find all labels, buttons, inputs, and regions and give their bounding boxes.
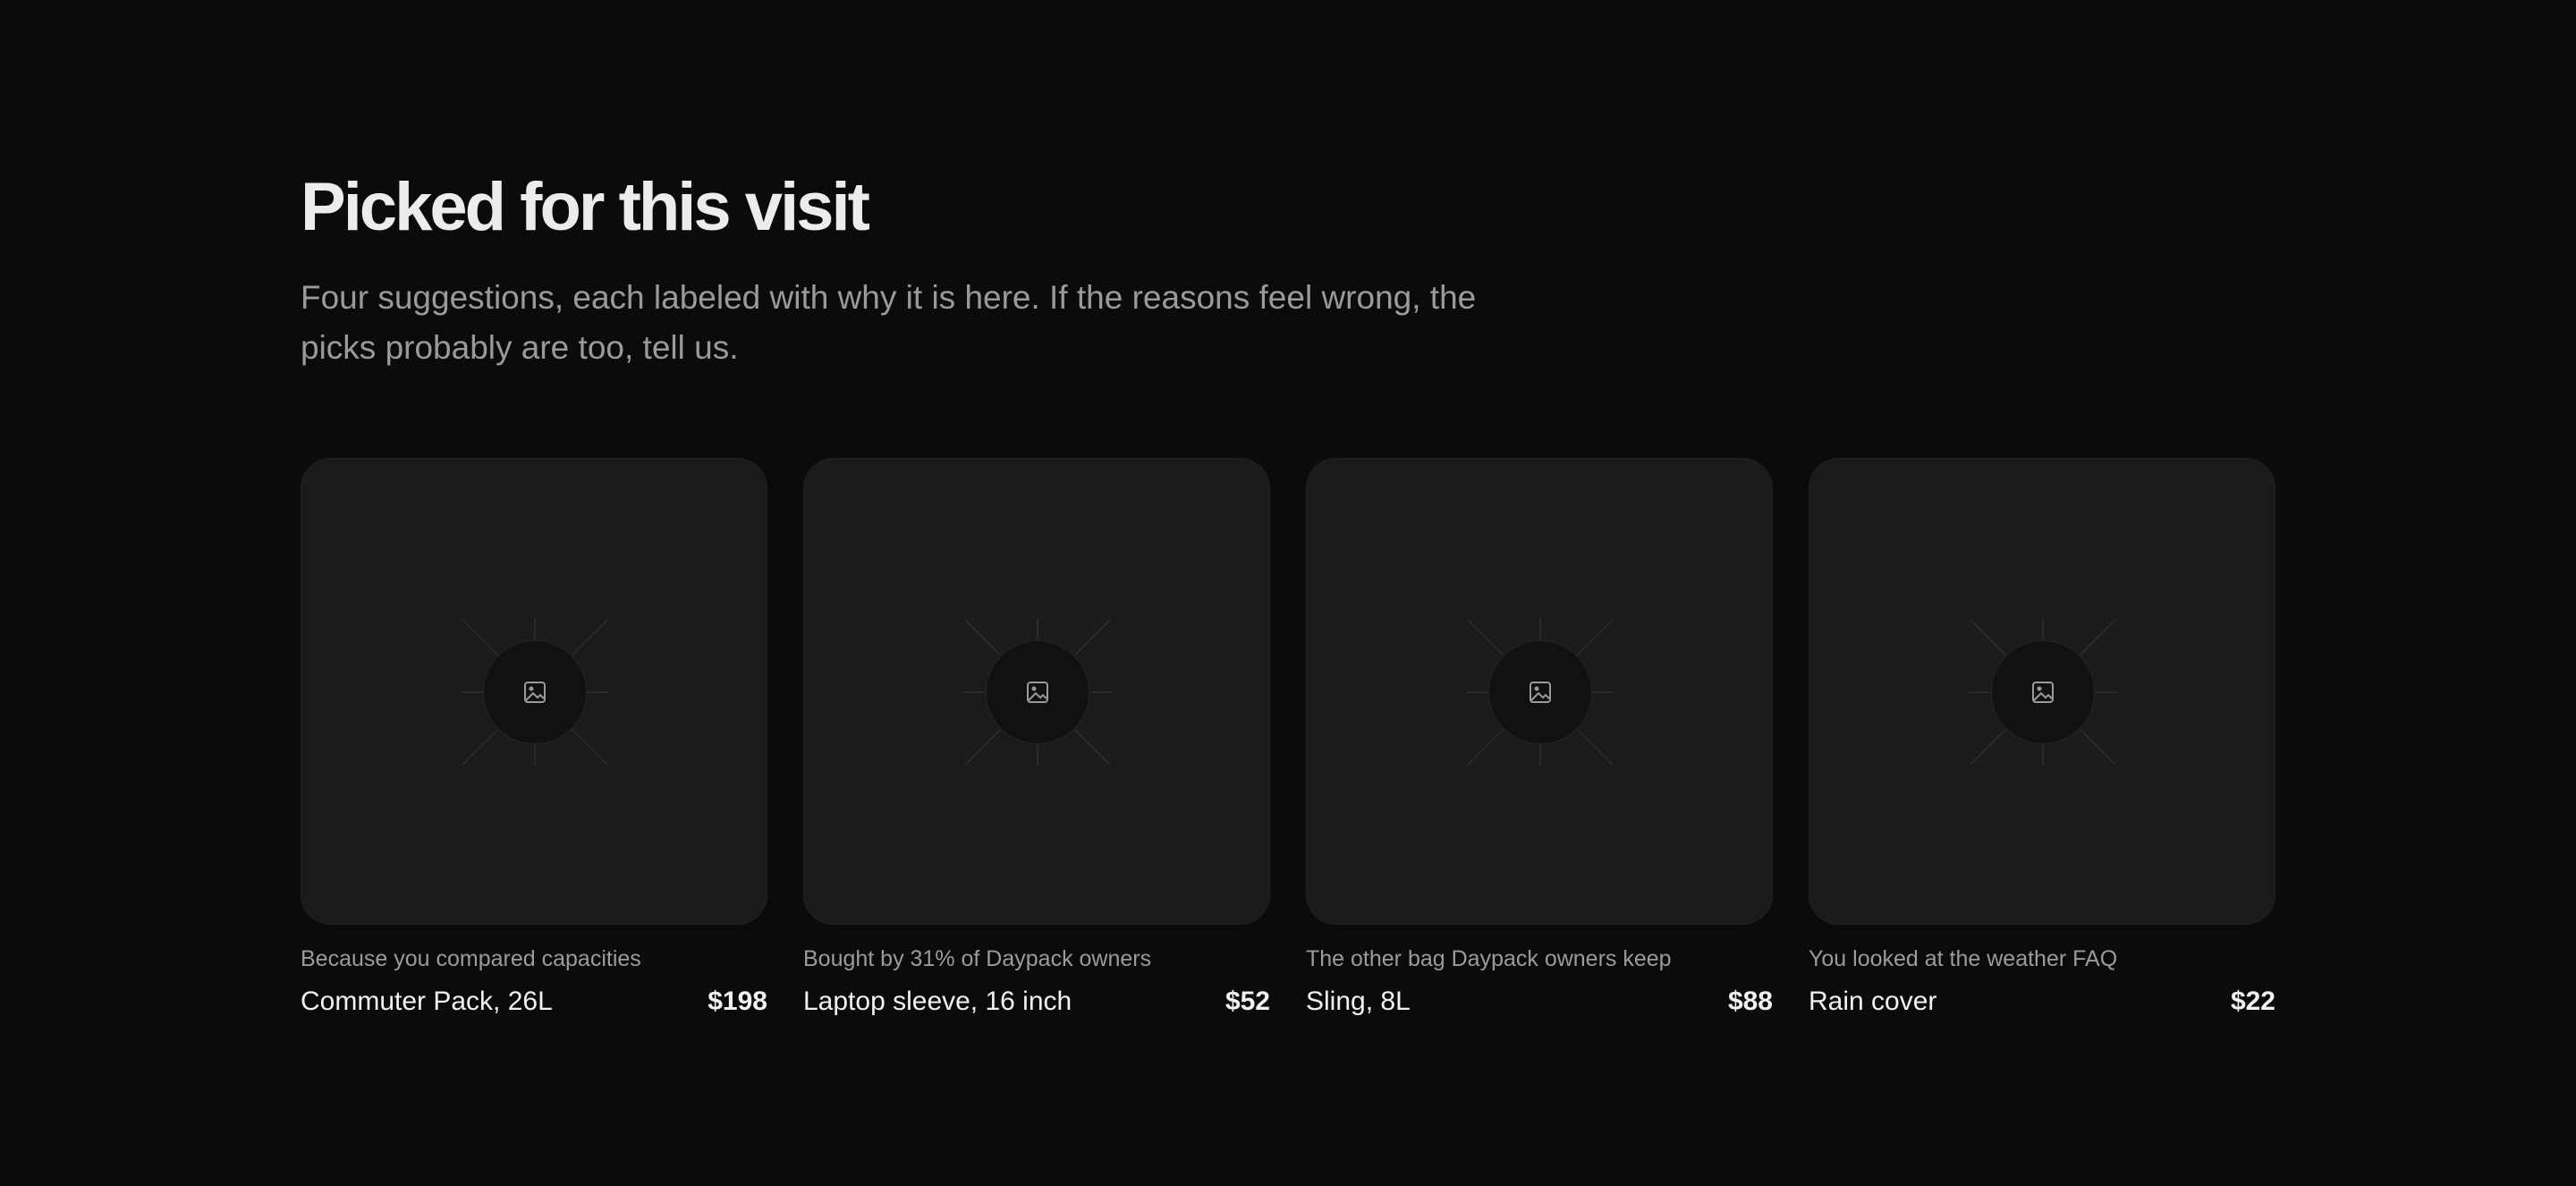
- product-card[interactable]: You looked at the weather FAQ Rain cover…: [1809, 458, 2275, 1020]
- product-grid: Because you compared capacities Commuter…: [301, 458, 2275, 1020]
- product-name[interactable]: Sling, 8L: [1306, 984, 1411, 1020]
- image-placeholder-icon: [963, 618, 1112, 767]
- product-price: $52: [1224, 987, 1270, 1016]
- image-placeholder-icon: [1466, 618, 1614, 767]
- product-card[interactable]: Bought by 31% of Daypack owners Laptop s…: [803, 458, 1270, 1020]
- product-name[interactable]: Laptop sleeve, 16 inch: [803, 984, 1072, 1020]
- product-image-placeholder[interactable]: [1809, 458, 2275, 925]
- product-card[interactable]: Because you compared capacities Commuter…: [301, 458, 767, 1020]
- product-reason: The other bag Daypack owners keep: [1306, 946, 1672, 971]
- image-placeholder-icon: [1969, 618, 2117, 767]
- product-name[interactable]: Commuter Pack, 26L: [301, 984, 553, 1020]
- product-reason: You looked at the weather FAQ: [1809, 946, 2118, 971]
- image-placeholder-icon: [461, 618, 609, 767]
- product-price: $88: [1727, 987, 1773, 1016]
- section-title: Picked for this visit: [301, 169, 870, 245]
- product-image-placeholder[interactable]: [803, 458, 1270, 925]
- product-price: $22: [2230, 987, 2275, 1016]
- section-subtitle: Four suggestions, each labeled with why …: [301, 279, 1477, 366]
- product-price: $198: [708, 987, 767, 1016]
- product-reason: Bought by 31% of Daypack owners: [803, 946, 1152, 971]
- product-image-placeholder[interactable]: [301, 458, 767, 925]
- product-name[interactable]: Rain cover: [1809, 984, 1936, 1020]
- product-reason: Because you compared capacities: [301, 946, 641, 971]
- product-image-placeholder[interactable]: [1306, 458, 1773, 925]
- product-card[interactable]: The other bag Daypack owners keep Sling,…: [1306, 458, 1773, 1020]
